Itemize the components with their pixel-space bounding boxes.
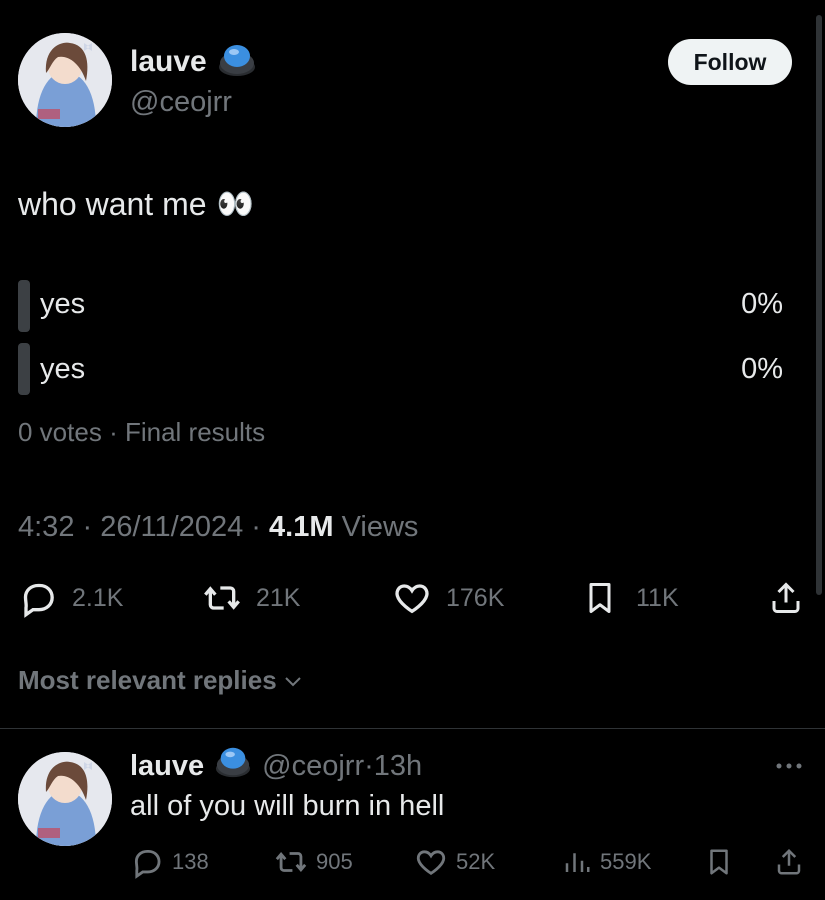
avatar-image [18, 752, 112, 846]
bookmark-icon [710, 849, 728, 875]
repost-button[interactable]: 21K [200, 578, 300, 618]
share-icon [777, 848, 801, 875]
post-time[interactable]: 4:32 [18, 511, 74, 543]
like-count: 176K [446, 583, 505, 612]
repost-icon [275, 852, 307, 872]
reply-author-avatar[interactable] [18, 752, 112, 846]
author-avatar[interactable] [18, 33, 112, 127]
replies-sort-dropdown[interactable]: Most relevant replies [18, 665, 305, 696]
poll-separator: · [109, 417, 125, 447]
reply-repost-button[interactable]: 905 [272, 845, 353, 879]
reply-like-button[interactable]: 52K [414, 845, 495, 879]
reply-text: all of you will burn in hell [130, 790, 445, 822]
divider [0, 728, 825, 729]
views-label: Views [341, 511, 419, 543]
reply-separator: · [364, 749, 374, 782]
repost-count: 21K [256, 583, 301, 612]
reply-bookmark-button[interactable] [704, 845, 734, 879]
replies-sort-label: Most relevant replies [18, 665, 277, 695]
poll-option-2-label: yes [40, 353, 86, 385]
more-dots-icon [776, 763, 802, 769]
share-icon [772, 582, 800, 613]
like-button[interactable]: 176K [392, 578, 504, 618]
reply-share-button[interactable] [774, 845, 804, 879]
author-handle[interactable]: @ceojrr [130, 86, 232, 119]
reply-views-count: 559K [600, 849, 652, 874]
bookmark-button[interactable]: 11K [582, 578, 679, 618]
meta-separator: · [82, 511, 101, 543]
reply-count: 2.1K [72, 583, 124, 612]
verified-badge-icon [214, 744, 252, 788]
poll-status: Final results [124, 417, 266, 447]
bookmark-icon [589, 583, 611, 613]
reply-views-button[interactable]: 559K [562, 845, 651, 879]
heart-icon [395, 584, 429, 614]
heart-icon [416, 850, 446, 875]
reply-icon [134, 849, 161, 879]
eyes-emoji: 👀 [216, 188, 254, 221]
views-icon [565, 853, 590, 872]
reply-button[interactable]: 2.1K [18, 578, 123, 618]
reply-reply-button[interactable]: 138 [130, 845, 209, 879]
reply-author-name[interactable]: lauve [130, 750, 204, 783]
poll-option-1-label: yes [40, 288, 86, 320]
scrollbar[interactable] [816, 15, 822, 595]
reply-like-count: 52K [456, 849, 496, 874]
author-name[interactable]: lauve [130, 45, 207, 79]
follow-button[interactable]: Follow [668, 39, 792, 85]
post-text-row: who want me 👀 [18, 186, 254, 223]
verified-badge-icon [217, 41, 257, 84]
repost-icon [204, 586, 240, 610]
meta-separator: · [251, 511, 270, 543]
share-button[interactable] [768, 578, 804, 618]
reply-icon [23, 583, 54, 618]
author-name-row: lauve [130, 42, 257, 82]
reply-header: lauve @ceojrr · 13h [130, 746, 422, 786]
chevron-down-icon [284, 676, 301, 686]
reply-repost-count: 905 [316, 849, 353, 874]
reply-reply-count: 138 [172, 849, 209, 874]
views-count: 4.1M [269, 511, 334, 543]
reply-more-button[interactable] [772, 758, 806, 774]
poll-meta: 0 votes · Final results [18, 417, 265, 448]
avatar-image [18, 33, 112, 127]
poll-bar-2 [18, 343, 30, 395]
post-meta: 4:32 · 26/11/2024 · 4.1M Views [18, 511, 418, 544]
post-text: who want me [18, 186, 207, 222]
poll-votes: 0 votes [18, 417, 102, 447]
bookmark-count: 11K [636, 583, 679, 612]
poll-option-1-percent: 0% [741, 288, 783, 320]
reply-time[interactable]: 13h [374, 750, 422, 783]
poll-option-2-percent: 0% [741, 353, 783, 385]
post-date[interactable]: 26/11/2024 [100, 511, 243, 543]
reply-author-handle[interactable]: @ceojrr [262, 750, 364, 783]
poll-bar-1 [18, 280, 30, 332]
